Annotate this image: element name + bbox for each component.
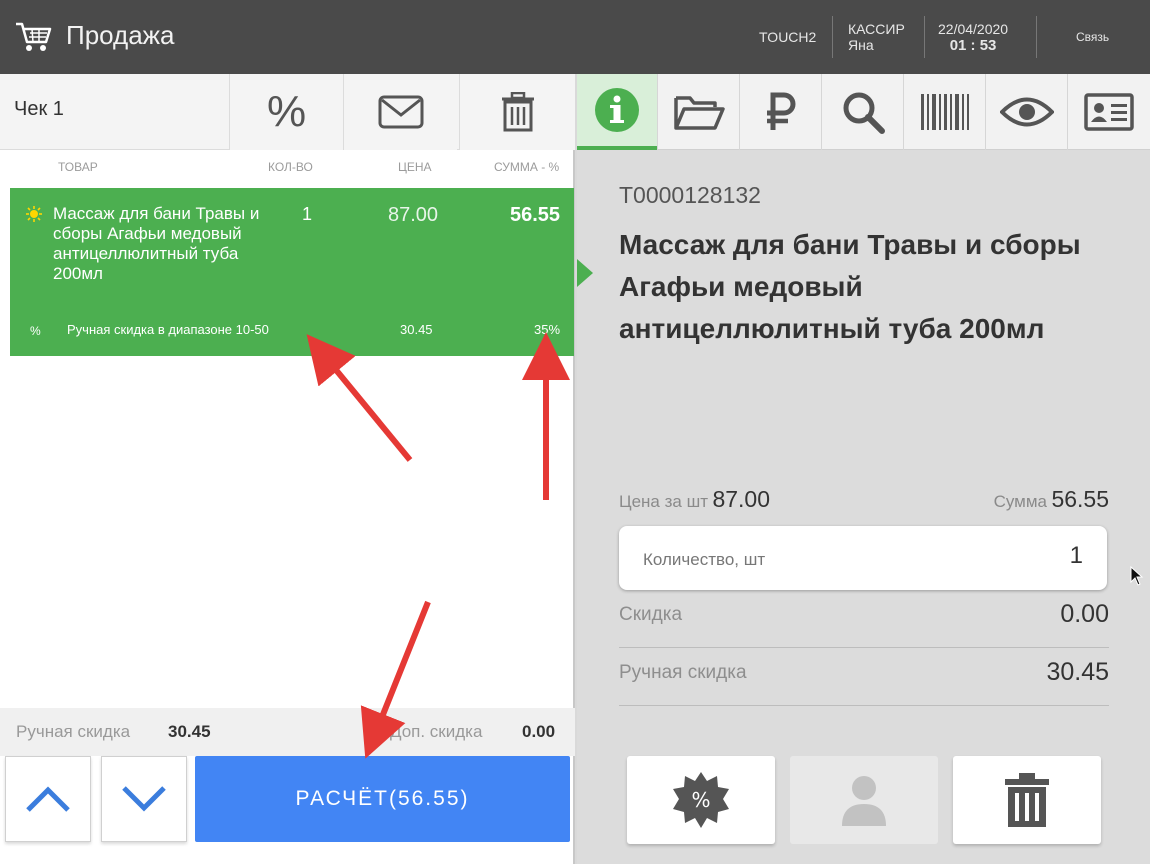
- tab-preview[interactable]: [985, 74, 1067, 150]
- receipt-summary: Ручная скидка 30.45 Доп. скидка 0.00: [0, 708, 575, 756]
- quantity-value: 1: [1069, 542, 1083, 569]
- col-price: ЦЕНА: [398, 160, 432, 174]
- receipt-toolbar: Чек 1 %: [0, 74, 575, 150]
- tab-info[interactable]: [577, 74, 657, 150]
- manual-discount-label: Ручная скидка: [619, 662, 747, 683]
- delete-receipt-button[interactable]: [459, 74, 575, 150]
- discount-badge-icon: %: [673, 772, 729, 828]
- tab-price[interactable]: [739, 74, 821, 150]
- manual-discount-line: Ручная скидка 30.45: [619, 648, 1109, 706]
- search-icon: [843, 92, 885, 134]
- summary-extra-value: 0.00: [522, 722, 556, 741]
- terminal-name: TOUCH2: [759, 29, 817, 45]
- sum-value: 56.55: [1051, 486, 1109, 512]
- header-divider: [924, 16, 925, 58]
- email-button[interactable]: [343, 74, 457, 150]
- table-row[interactable]: Массаж для бани Травы и сборы Агафьи мед…: [10, 188, 574, 356]
- quantity-input[interactable]: Количество, шт 1: [619, 526, 1107, 590]
- tab-search[interactable]: [821, 74, 903, 150]
- row-discount-name: Ручная скидка в диапазоне 10-50: [67, 322, 269, 337]
- page-title: Продажа: [66, 20, 175, 50]
- discount-value: 0.00: [1060, 600, 1109, 628]
- summary-manual-value: 30.45: [168, 722, 211, 741]
- link-button[interactable]: Связь: [1076, 0, 1109, 74]
- col-sum: СУММА - %: [494, 160, 560, 174]
- pay-button[interactable]: РАСЧЁТ(56.55): [195, 756, 570, 842]
- row-qty: 1: [302, 204, 313, 224]
- datetime: 22/04/2020 01 : 53: [938, 20, 1009, 54]
- item-name: Массаж для бани Травы и сборы Агафьи мед…: [619, 229, 1081, 344]
- folder-icon: [673, 96, 725, 130]
- eye-icon: [999, 97, 1054, 127]
- discount-badge-text: %: [691, 788, 710, 812]
- detail-tabs: [577, 74, 1150, 150]
- ruble-icon: [766, 92, 795, 130]
- tab-folder[interactable]: [657, 74, 739, 150]
- id-card-icon: [1084, 93, 1134, 131]
- barcode-icon: [920, 94, 969, 130]
- sum-label: Сумма: [993, 492, 1047, 511]
- cashier-info: КАССИР Яна: [848, 21, 905, 53]
- summary-manual-label: Ручная скидка: [16, 722, 131, 741]
- summary-extra-label: Доп. скидка: [390, 722, 483, 741]
- table-header: ТОВАР КОЛ-ВО ЦЕНА СУММА - %: [0, 160, 575, 180]
- apply-discount-button[interactable]: %: [627, 756, 775, 844]
- discount-button[interactable]: %: [229, 74, 343, 150]
- header-divider: [1036, 16, 1037, 58]
- tab-customer-card[interactable]: [1067, 74, 1150, 150]
- tab-barcode[interactable]: [903, 74, 985, 150]
- receipt-panel: Чек 1 % ТОВАР КОЛ-ВО ЦЕНА СУММА - % Масс…: [0, 74, 575, 864]
- item-code: Т0000128132: [619, 182, 761, 208]
- row-discount-percent: 35%: [534, 322, 561, 337]
- chevron-up-icon: [26, 786, 70, 812]
- price-sum-line: Цена за шт 87.00 Сумма 56.55: [619, 482, 1109, 512]
- scroll-down-button[interactable]: [101, 756, 187, 842]
- selection-pointer: [577, 259, 593, 287]
- row-discount-mark: %: [30, 324, 41, 338]
- col-item: ТОВАР: [58, 160, 98, 174]
- delete-item-button[interactable]: [953, 756, 1101, 844]
- info-icon: [595, 88, 639, 132]
- unit-price-value: 87.00: [712, 486, 771, 512]
- percent-icon: %: [266, 87, 307, 136]
- sun-icon: [26, 206, 42, 222]
- assign-customer-button[interactable]: [790, 756, 938, 844]
- col-qty: КОЛ-ВО: [268, 160, 313, 174]
- chevron-down-icon: [122, 786, 166, 812]
- row-item-name: Массаж для бани Травы и сборы Агафьи мед…: [53, 204, 260, 283]
- header-divider: [832, 16, 833, 58]
- discount-line: Скидка 0.00: [619, 590, 1109, 648]
- manual-discount-value: 30.45: [1046, 658, 1109, 686]
- user-icon: [842, 776, 886, 826]
- item-detail-panel: Т0000128132 Массаж для бани Травы и сбор…: [577, 74, 1150, 864]
- row-sum: 56.55: [510, 204, 561, 226]
- row-price: 87.00: [388, 204, 439, 226]
- mouse-cursor-icon: [1130, 566, 1144, 586]
- app-header: Продажа TOUCH2 КАССИР Яна 22/04/2020 01 …: [0, 0, 1150, 74]
- discount-label: Скидка: [619, 604, 683, 625]
- unit-price-label: Цена за шт: [619, 492, 708, 511]
- trash-icon: [1005, 773, 1049, 827]
- cart-icon: [16, 22, 52, 51]
- mail-icon: [378, 95, 423, 129]
- trash-icon: [501, 92, 534, 132]
- row-discount-value: 30.45: [400, 322, 433, 337]
- quantity-label: Количество, шт: [643, 550, 766, 569]
- scroll-up-button[interactable]: [5, 756, 91, 842]
- check-title: Чек 1: [14, 98, 64, 120]
